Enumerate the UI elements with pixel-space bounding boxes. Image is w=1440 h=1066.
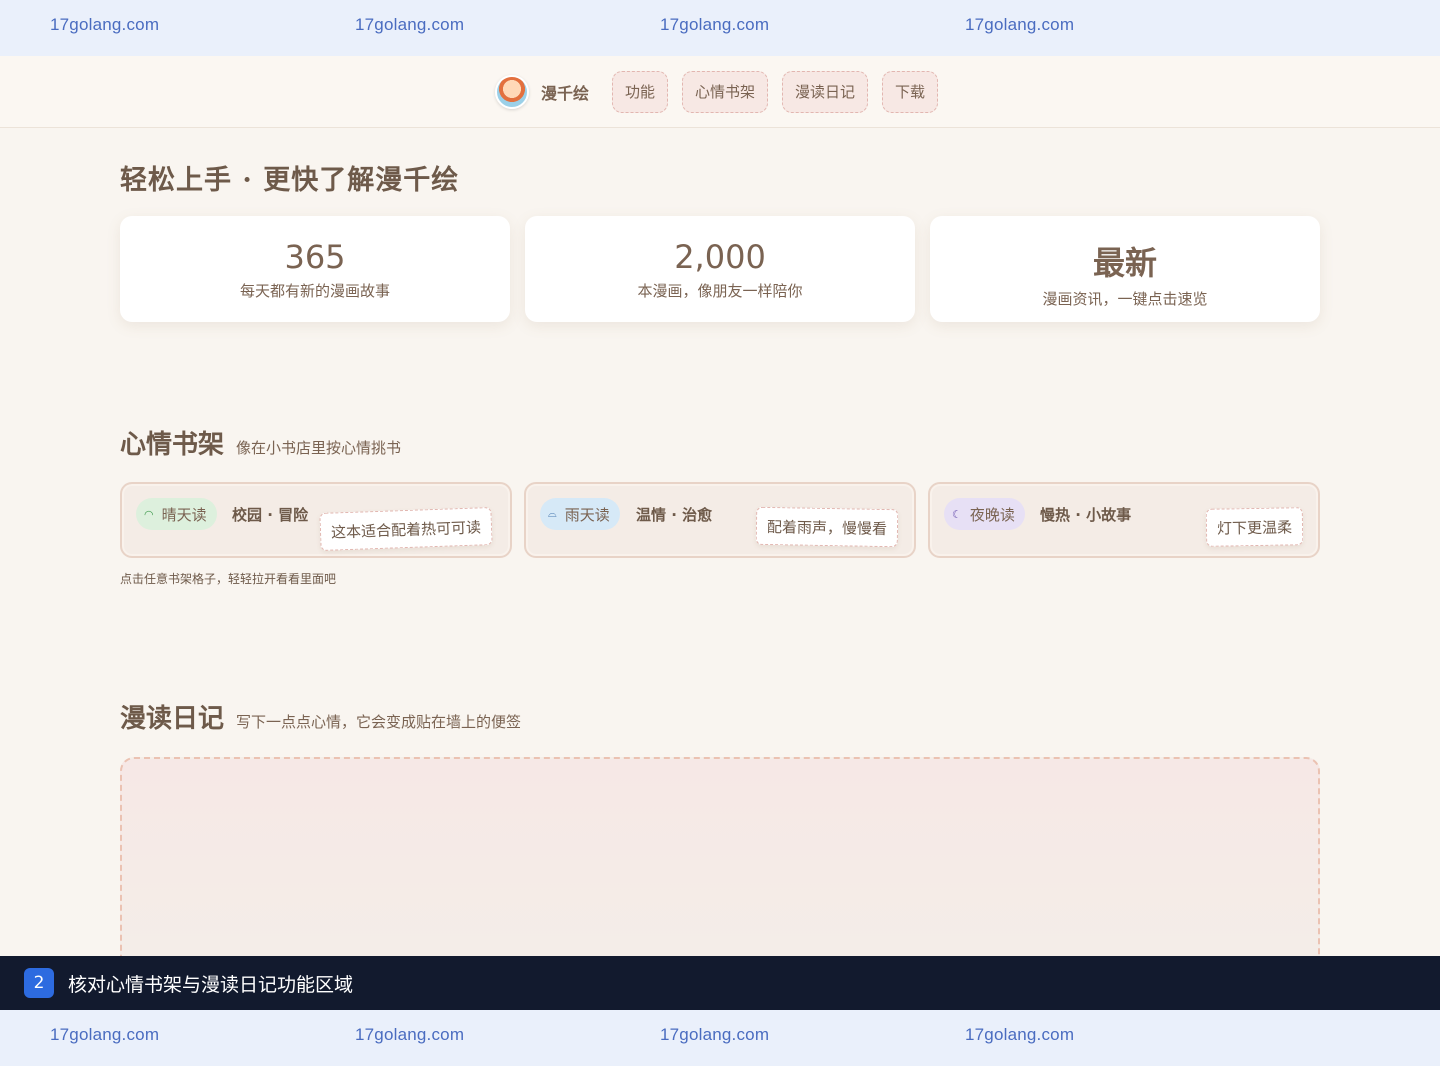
nav-item-reading-diary[interactable]: 漫读日记 [782,70,869,113]
shelf-note: 这本适合配着热可可读 [319,507,493,551]
step-number-badge: 2 [24,968,54,998]
stat-desc: 漫画资讯，一键点击速览 [1042,290,1208,308]
stat-value: 365 [284,238,346,276]
stat-value: 最新 [1092,244,1157,282]
shelf-tags: 温情 · 治愈 [636,506,713,524]
shelf-chip: ☾ 夜晚读 [944,498,1025,530]
shelf-note: 配着雨声，慢慢看 [755,506,899,548]
diary-heading: 漫读日记 写下一点点心情，它会变成贴在墙上的便签 [120,698,521,735]
shelf-chip-label: 晴天读 [161,505,207,524]
nav-item-download[interactable]: 下载 [882,70,939,113]
diary-subtitle: 写下一点点心情，它会变成贴在墙上的便签 [236,713,522,731]
shelf-tags: 校园 · 冒险 [232,506,309,524]
nav-item-features[interactable]: 功能 [611,70,668,113]
stat-card: 2,000 本漫画，像朋友一样陪你 [525,216,915,322]
step-description: 核对心情书架与漫读日记功能区域 [68,973,354,996]
moon-icon: ☾ [952,507,962,521]
shelf-note: 灯下更温柔 [1205,507,1304,547]
watermark-text: 17golang.com [660,1025,770,1044]
shelf-rainy[interactable]: ⌓ 雨天读 温情 · 治愈 配着雨声，慢慢看 [524,482,916,558]
shelf-chip-label: 夜晚读 [969,505,1015,524]
watermark-text: 17golang.com [965,1025,1075,1044]
sun-icon: ◠ [144,507,154,521]
rain-icon: ⌓ [548,507,557,520]
brand-name: 漫千绘 [540,83,589,103]
stat-value: 2,000 [674,238,766,276]
watermark-text: 17golang.com [355,1025,465,1044]
top-nav: 漫千绘 功能 心情书架 漫读日记 下载 [0,56,1440,128]
watermark-text: 17golang.com [50,1025,160,1044]
stat-card: 最新 漫画资讯，一键点击速览 [930,216,1320,322]
stat-desc: 本漫画，像朋友一样陪你 [637,282,803,300]
mood-shelf-heading: 心情书架 像在小书店里按心情挑书 [120,424,401,461]
shelf-sunny[interactable]: ◠ 晴天读 校园 · 冒险 这本适合配着热可可读 [120,482,512,558]
intro-title: 轻松上手 · 更快了解漫千绘 [120,165,460,196]
watermark-bar-top: 17golang.com 17golang.com 17golang.com 1… [0,0,1440,56]
shelf-chip: ◠ 晴天读 [136,498,217,530]
step-status-bar: 2 核对心情书架与漫读日记功能区域 [0,956,1440,1010]
nav-item-mood-shelf[interactable]: 心情书架 [681,70,768,113]
mood-shelf-subtitle: 像在小书店里按心情挑书 [236,439,402,457]
watermark-text: 17golang.com [965,15,1075,34]
watermark-text: 17golang.com [50,15,160,34]
diary-title: 漫读日记 [120,704,225,734]
watermark-text: 17golang.com [355,15,465,34]
stat-card: 365 每天都有新的漫画故事 [120,216,510,322]
brand[interactable]: 漫千绘 [494,74,589,109]
shelf-chip: ⌓ 雨天读 [540,498,620,530]
shelf-tags: 慢热 · 小故事 [1040,506,1132,524]
stats-row: 365 每天都有新的漫画故事 2,000 本漫画，像朋友一样陪你 最新 漫画资讯… [120,216,1320,322]
diary-board[interactable] [120,757,1320,987]
shelf-chip-label: 雨天读 [564,505,610,524]
brand-avatar-icon [494,74,529,109]
watermark-text: 17golang.com [660,15,770,34]
shelf-hint: 点击任意书架格子，轻轻拉开看看里面吧 [120,572,337,586]
mood-shelf-title: 心情书架 [120,430,225,460]
stat-desc: 每天都有新的漫画故事 [239,282,390,300]
watermark-bar-bottom: 17golang.com 17golang.com 17golang.com 1… [0,1010,1440,1066]
shelf-night[interactable]: ☾ 夜晚读 慢热 · 小故事 灯下更温柔 [928,482,1320,558]
mood-shelves: ◠ 晴天读 校园 · 冒险 这本适合配着热可可读 ⌓ 雨天读 温情 · 治愈 配… [120,482,1320,558]
